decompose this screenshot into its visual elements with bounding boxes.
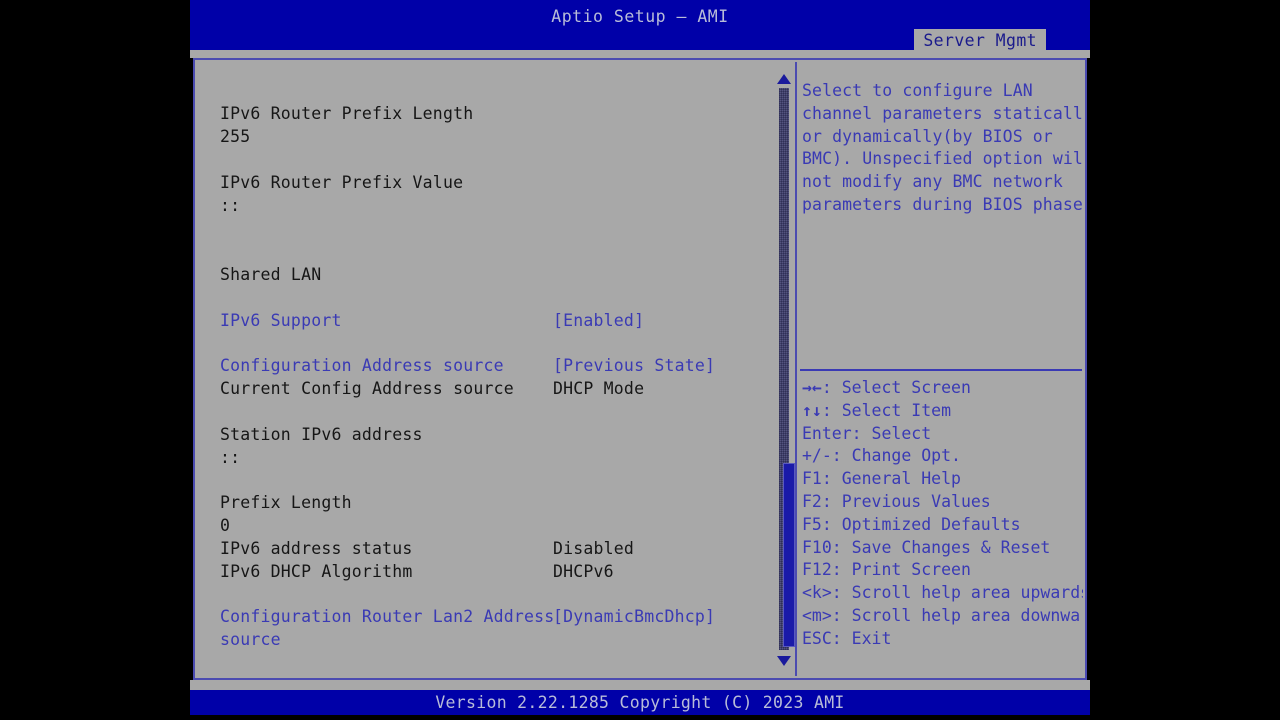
key-legend-item: ↑↓: Select Item bbox=[802, 400, 1083, 423]
help-line: not modify any BMC network bbox=[802, 172, 1063, 192]
key-legend-item: F1: General Help bbox=[802, 469, 961, 489]
vertical-scrollbar[interactable] bbox=[774, 62, 795, 676]
setting-label: Current Config Address source bbox=[220, 379, 514, 398]
setting-label: 255 bbox=[220, 127, 251, 146]
footer-gap bbox=[190, 680, 1090, 690]
setting-row: IPv6 DHCP Algorithm DHCPv6 bbox=[197, 562, 775, 585]
setting-label: Shared LAN bbox=[220, 265, 322, 284]
setting-row: Station IPv6 address bbox=[197, 425, 775, 448]
setting-row: Prefix Length bbox=[197, 493, 775, 516]
setting-row: IPv6 Router Prefix Length bbox=[197, 104, 775, 127]
setting-label: Configuration Router Lan2 Address bbox=[220, 607, 555, 626]
key-legend-item: F10: Save Changes & Reset bbox=[802, 537, 1051, 557]
setting-value: DHCP Mode bbox=[553, 379, 645, 398]
setting-label: IPv6 Router Prefix Length bbox=[220, 104, 474, 123]
setting-value: DHCPv6 bbox=[553, 562, 614, 581]
help-pane: Select to configure LAN channel parameter… bbox=[795, 62, 1083, 676]
help-divider bbox=[800, 369, 1082, 371]
setting-label: Configuration Address source bbox=[220, 356, 504, 375]
key-legend-item: ESC: Exit bbox=[802, 628, 892, 648]
setting-value[interactable]: [DynamicBmcDhcp] bbox=[553, 607, 715, 626]
help-description: Select to configure LAN channel parameter… bbox=[802, 80, 1083, 217]
setting-row: IPv6 Router Prefix Value bbox=[197, 173, 775, 196]
scrollbar-track[interactable] bbox=[779, 88, 795, 650]
setting-row: Shared LAN bbox=[197, 265, 775, 288]
setting-label: :: bbox=[220, 196, 241, 215]
key-legend-item: <k>: Scroll help area upwards bbox=[802, 583, 1083, 603]
main-panel: IPv6 Router Prefix Length 255 IPv6 Router … bbox=[193, 58, 1087, 680]
bios-setup-screen: Aptio Setup – AMI Server Mgmt IPv6 Route… bbox=[190, 0, 1090, 720]
setting-row: 255 bbox=[197, 127, 775, 150]
setting-value[interactable]: [Previous State] bbox=[553, 356, 715, 375]
footer-bar: Version 2.22.1285 Copyright (C) 2023 AMI bbox=[190, 690, 1090, 715]
help-line: Select to configure LAN bbox=[802, 81, 1033, 100]
settings-list: IPv6 Router Prefix Length 255 IPv6 Router … bbox=[197, 62, 775, 676]
setting-row: Current Config Address source DHCP Mode bbox=[197, 379, 775, 402]
page-title: Aptio Setup – AMI bbox=[551, 7, 729, 26]
key-legend-item: F12: Print Screen bbox=[802, 560, 971, 580]
setting-row: IPv6 address status Disabled bbox=[197, 539, 775, 562]
arrow-keys-icon: ↑↓ bbox=[802, 400, 822, 420]
setting-row[interactable]: source bbox=[197, 630, 775, 653]
key-legend-item: F5: Optimized Defaults bbox=[802, 514, 1021, 534]
title-bar: Aptio Setup – AMI Server Mgmt bbox=[190, 0, 1090, 56]
setting-label: :: bbox=[220, 448, 241, 467]
titlebar-separator bbox=[190, 50, 1090, 58]
help-line: or dynamically(by BIOS or bbox=[802, 126, 1053, 146]
setting-label: IPv6 Support bbox=[220, 311, 342, 330]
key-legend-text: : Select Screen bbox=[821, 378, 971, 397]
setting-row[interactable]: Configuration Router Lan2 Address [Dynami… bbox=[197, 607, 775, 630]
scroll-down-arrow-icon[interactable] bbox=[777, 656, 791, 666]
arrow-keys-icon: →← bbox=[802, 378, 822, 397]
setting-label: IPv6 DHCP Algorithm bbox=[220, 562, 413, 581]
key-legend: →←: Select Screen ↑↓: Select Item Enter: S… bbox=[802, 377, 1083, 651]
key-legend-item: Enter: Select bbox=[802, 423, 932, 443]
help-line: BMC). Unspecified option will bbox=[802, 149, 1083, 169]
setting-label: IPv6 Router Prefix Value bbox=[220, 173, 464, 192]
setting-row: :: bbox=[197, 196, 775, 219]
help-line: channel parameters statically bbox=[802, 103, 1083, 123]
key-legend-item: →←: Select Screen bbox=[802, 377, 1083, 400]
version-text: Version 2.22.1285 Copyright (C) 2023 AMI bbox=[435, 693, 845, 712]
scrollbar-thumb[interactable] bbox=[783, 463, 795, 647]
setting-label: Prefix Length bbox=[220, 493, 352, 512]
setting-row[interactable]: IPv6 Support [Enabled] bbox=[197, 311, 775, 334]
setting-row[interactable]: Configuration Address source [Previous St… bbox=[197, 356, 775, 379]
help-line: parameters during BIOS phase bbox=[802, 194, 1083, 214]
setting-label: 0 bbox=[220, 516, 231, 535]
key-legend-item: F2: Previous Values bbox=[802, 491, 991, 511]
key-legend-item: <m>: Scroll help area downwards bbox=[802, 605, 1083, 625]
setting-value[interactable]: [Enabled] bbox=[553, 311, 644, 330]
setting-row: 0 bbox=[197, 516, 775, 539]
key-legend-text: : Select Item bbox=[821, 400, 952, 420]
setting-row: :: bbox=[197, 448, 775, 471]
setting-label: source bbox=[220, 630, 281, 649]
setting-label: Station IPv6 address bbox=[220, 425, 423, 444]
key-legend-item: +/-: Change Opt. bbox=[802, 446, 961, 466]
setting-value: Disabled bbox=[553, 539, 635, 558]
setting-label: IPv6 address status bbox=[220, 539, 413, 558]
scroll-up-arrow-icon[interactable] bbox=[777, 74, 791, 84]
